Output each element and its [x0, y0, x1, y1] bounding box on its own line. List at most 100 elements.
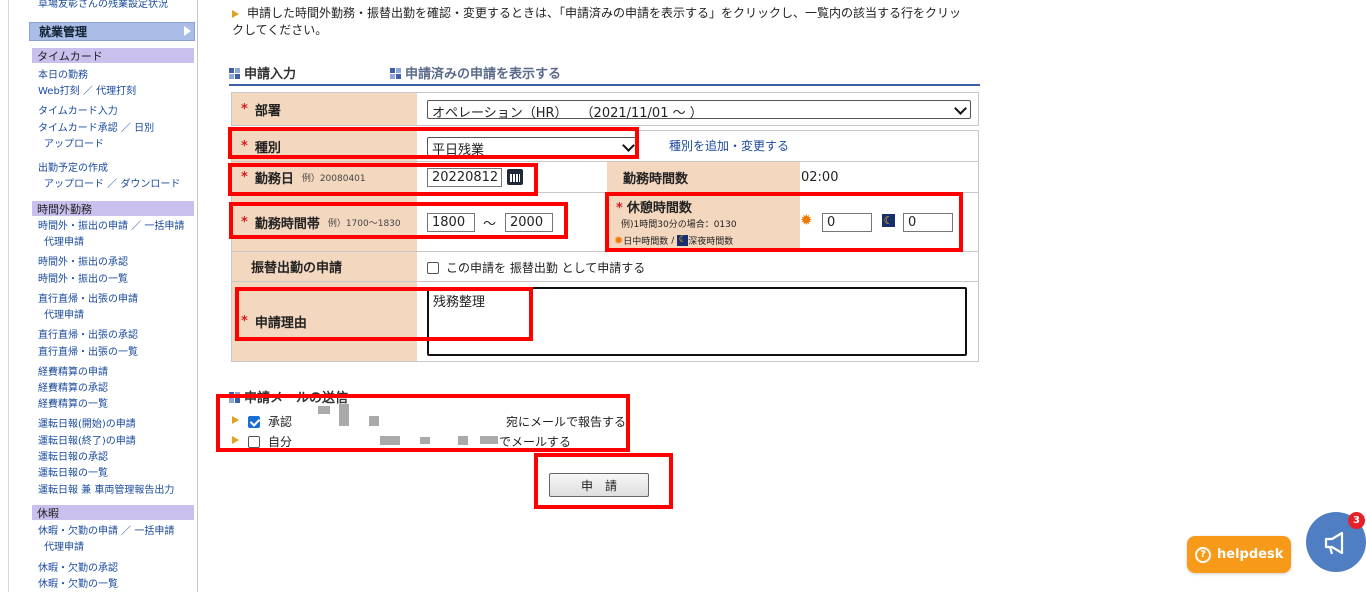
sidebar-link-leave-list[interactable]: 休暇・欠勤の一覧 [38, 579, 118, 591]
work-date-input[interactable]: 20220812 [427, 168, 502, 187]
triangle-bullet-icon [232, 416, 239, 424]
mail-approver-suffix: 宛にメールで報告する [506, 415, 627, 429]
sidebar-link-timecard-approve[interactable]: タイムカード承認 ／ 日別 [38, 123, 154, 135]
notification-badge: 3 [1348, 512, 1365, 529]
transfer-checkbox-label: この申請を 振替出勤 として申請する [446, 261, 646, 275]
arrow-right-icon [184, 26, 191, 36]
work-hours-label: 勤務時間数 [607, 162, 800, 192]
transfer-checkbox[interactable] [427, 262, 439, 274]
redacted-block [380, 436, 400, 445]
reason-label: * 申請理由 [232, 282, 417, 361]
work-period-end-input[interactable]: 2000 [505, 213, 553, 232]
sidebar-link-schedule-create[interactable]: 出勤予定の作成 [38, 163, 108, 175]
moon-icon: ☾ [882, 214, 895, 227]
sidebar-section-timecard: タイムカード [32, 48, 194, 63]
sidebar-main-tab-label: 就業管理 [39, 25, 88, 39]
work-date-label: * 勤務日 例）20080401 [232, 162, 417, 192]
mail-approver-prefix: 承認 [268, 415, 293, 429]
sidebar-link-leave-apply[interactable]: 休暇・欠勤の申請 ／ 一括申請 [38, 526, 174, 538]
sidebar-link-drive-approve[interactable]: 運転日報の承認 [38, 452, 108, 464]
sidebar-link-drive-report[interactable]: 運転日報 兼 車両管理報告出力 [38, 485, 174, 497]
break-night-input[interactable]: 0 [903, 213, 953, 232]
type-select[interactable]: 平日残業 [427, 137, 639, 158]
moon-icon: ☾ [677, 235, 689, 246]
sun-icon: ✹ [614, 234, 624, 247]
row-work-period: * 勤務時間帯 例）1700～1830 1800 ～ 2000 * 休憩時間数 例)1… [231, 192, 979, 252]
tab-entry[interactable]: 申請入力 [229, 63, 296, 82]
triangle-bullet-icon [232, 436, 239, 444]
sun-icon: ✹ [800, 211, 813, 229]
sidebar-link-leave-approve[interactable]: 休暇・欠勤の承認 [38, 563, 118, 575]
sidebar-link-web-punch[interactable]: Web打刻 ／ 代理打刻 [38, 86, 136, 98]
notice: 申請した時間外勤務・振替出勤を確認・変更するときは、「申請済みの申請を表示する」… [232, 5, 962, 39]
sidebar-link-leave-proxy[interactable]: 代理申請 [44, 542, 84, 554]
sidebar-link-trip-approve[interactable]: 直行直帰・出張の承認 [38, 330, 138, 342]
sidebar-border [8, 0, 9, 592]
sidebar-section-leave: 休暇 [32, 505, 194, 520]
sidebar-link-expense-approve[interactable]: 経費精算の承認 [38, 383, 108, 395]
sidebar-link-timecard-input[interactable]: タイムカード入力 [38, 106, 118, 118]
sidebar-link-upload[interactable]: アップロード [44, 139, 104, 151]
mail-section-title: 申請メールの送信 [229, 387, 348, 406]
sidebar-link-overtime-apply[interactable]: 時間外・振出の申請 ／ 一括申請 [38, 221, 184, 233]
sidebar-link-overtime-list[interactable]: 時間外・振出の一覧 [38, 274, 128, 286]
redacted-block [420, 437, 430, 444]
sidebar-link-trip-apply[interactable]: 直行直帰・出張の申請 [38, 294, 138, 306]
redacted-block [369, 416, 379, 426]
submit-button[interactable]: 申 請 [549, 473, 649, 497]
question-icon: ? [1195, 546, 1211, 563]
redacted-block [458, 436, 468, 445]
mail-self-checkbox[interactable] [248, 436, 260, 448]
mail-approver-checkbox[interactable] [248, 416, 260, 428]
type-label: * 種別 [232, 131, 417, 161]
sidebar-main-tab[interactable]: 就業管理 [29, 22, 195, 41]
tab-entry-label: 申請入力 [244, 67, 297, 82]
sidebar: 草場友彰さんの残業設定状況 就業管理 タイムカード 本日の勤務 Web打刻 ／ … [0, 0, 198, 592]
tab-underline [229, 84, 980, 86]
break-hours-label: * 休憩時間数 例)1時間30分の場合：0130 ✹ 日中時間数 / ☾ 深夜時間数 [607, 193, 800, 251]
reason-textarea[interactable]: 残務整理 [427, 287, 967, 356]
mail-self-suffix: でメールする [499, 435, 572, 449]
sidebar-link-overtime-proxy[interactable]: 代理申請 [44, 237, 84, 249]
chevron-down-icon [954, 102, 967, 115]
sidebar-link-today[interactable]: 本日の勤務 [38, 70, 88, 82]
sidebar-link-drive-end[interactable]: 運転日報(終了)の申請 [38, 436, 136, 448]
sidebar-link-expense-list[interactable]: 経費精算の一覧 [38, 399, 108, 411]
redacted-block [339, 404, 349, 426]
sidebar-section-overtime: 時間外勤務 [32, 201, 194, 216]
helpdesk-button[interactable]: ? helpdesk [1187, 536, 1291, 573]
sidebar-link-trip-list[interactable]: 直行直帰・出張の一覧 [38, 347, 138, 359]
sidebar-link-drive-list[interactable]: 運転日報の一覧 [38, 468, 108, 480]
redacted-block [480, 436, 498, 444]
grid-square-icon [390, 68, 401, 79]
mail-self-prefix: 自分 [268, 435, 293, 449]
sidebar-top-link[interactable]: 草場友彰さんの残業設定状況 [38, 0, 168, 10]
grid-square-icon [229, 392, 240, 403]
sidebar-link-upload-download[interactable]: アップロード ／ ダウンロード [44, 179, 180, 191]
work-period-label: * 勤務時間帯 例）1700～1830 [232, 193, 417, 251]
redacted-block [318, 406, 330, 414]
row-reason: * 申請理由 残務整理 [231, 281, 979, 362]
row-transfer: 振替出勤の申請 この申請を 振替出勤 として申請する [231, 251, 979, 282]
sidebar-link-trip-proxy[interactable]: 代理申請 [44, 310, 84, 322]
work-period-start-input[interactable]: 1800 [427, 213, 475, 232]
row-type: * 種別 平日残業 種別を追加・変更する [231, 130, 979, 162]
transfer-label: 振替出勤の申請 [232, 252, 417, 281]
type-change-link[interactable]: 種別を追加・変更する [669, 137, 789, 154]
department-label: * 部署 [232, 93, 417, 125]
row-work-date: * 勤務日 例）20080401 20220812 勤務時間数 02:00 [231, 161, 979, 193]
break-day-input[interactable]: 0 [822, 213, 872, 232]
chevron-down-icon [622, 139, 635, 152]
tab-list-label: 申請済みの申請を表示する [405, 67, 562, 82]
work-period-separator: ～ [483, 217, 497, 232]
triangle-bullet-icon [232, 9, 239, 18]
sidebar-link-expense-apply[interactable]: 経費精算の申請 [38, 367, 108, 379]
sidebar-link-overtime-approve[interactable]: 時間外・振出の承認 [38, 257, 128, 269]
department-select[interactable]: オペレーション（HR） （2021/11/01 ～ ） [427, 100, 971, 121]
notice-text: 申請した時間外勤務・振替出勤を確認・変更するときは、「申請済みの申請を表示する」… [232, 6, 962, 37]
tab-submitted-list[interactable]: 申請済みの申請を表示する [390, 63, 561, 82]
sidebar-link-drive-start[interactable]: 運転日報(開始)の申請 [38, 419, 136, 431]
grid-square-icon [229, 68, 240, 79]
calendar-icon[interactable] [507, 169, 523, 185]
work-hours-value: 02:00 [801, 170, 839, 185]
